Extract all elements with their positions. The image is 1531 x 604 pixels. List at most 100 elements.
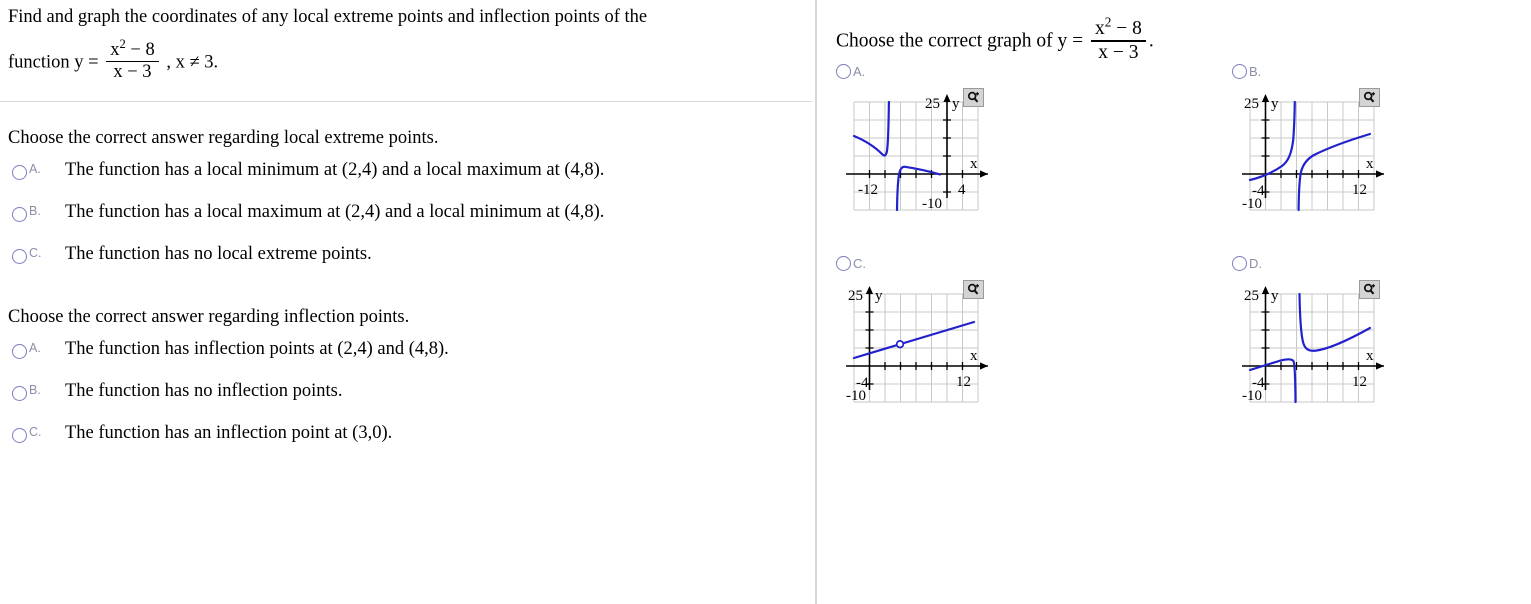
graph-d-svg: -4 12 25 -10 x y bbox=[1242, 286, 1384, 404]
q2-option-b-text: The function has no inflection points. bbox=[65, 381, 343, 401]
graph-denominator: x − 3 bbox=[1098, 41, 1139, 63]
graph-prompt-prefix: Choose the correct graph of y = bbox=[836, 30, 1084, 52]
graph-b-ylabel-top: 25 bbox=[1244, 96, 1259, 112]
graph-numerator: x2 − 8 bbox=[1091, 15, 1146, 39]
question-panel: Find and graph the coordinates of any lo… bbox=[0, 0, 815, 604]
problem-line-1: Find and graph the coordinates of any lo… bbox=[8, 7, 648, 27]
graph-numerator-rest: − 8 bbox=[1116, 18, 1142, 39]
graph-c-radio-group[interactable]: C. bbox=[836, 256, 866, 271]
section-divider bbox=[0, 101, 812, 102]
numerator-rest: − 8 bbox=[130, 39, 155, 60]
question-2-heading: Choose the correct answer regarding infl… bbox=[8, 307, 410, 327]
graph-b-zoom-button[interactable] bbox=[1359, 88, 1380, 107]
magnifier-plus-icon bbox=[1363, 91, 1375, 103]
graph-b-plot: -4 12 25 -10 x y bbox=[1232, 88, 1412, 228]
graph-d-zoom-button[interactable] bbox=[1359, 280, 1380, 299]
graph-a-x-arrow bbox=[980, 170, 988, 178]
graph-d-right-branch bbox=[1298, 292, 1372, 352]
question-2-option-a[interactable]: A. The function has inflection points at… bbox=[12, 339, 449, 360]
graph-prompt-suffix: . bbox=[1148, 30, 1154, 52]
graph-d-axis-label-y: y bbox=[1271, 288, 1279, 304]
graph-c-xlabel-right: 12 bbox=[956, 374, 971, 390]
graph-a-axis-label-y: y bbox=[952, 96, 960, 112]
graph-b-left-branch bbox=[1248, 100, 1296, 182]
graph-d-y-arrow bbox=[1261, 286, 1270, 294]
graph-b-radio-group[interactable]: B. bbox=[1232, 64, 1261, 79]
question-2-option-b[interactable]: B. The function has no inflection points… bbox=[12, 381, 342, 402]
radio-graph-b[interactable] bbox=[1232, 64, 1247, 79]
q2-option-b-letter: B. bbox=[29, 383, 41, 397]
graph-a-left-branch bbox=[852, 100, 890, 157]
q1-option-a-text: The function has a local minimum at (2,4… bbox=[65, 160, 605, 180]
problem-statement: Find and graph the coordinates of any lo… bbox=[8, 4, 798, 84]
magnifier-plus-icon bbox=[1363, 283, 1375, 295]
q1-option-b-text: The function has a local maximum at (2,4… bbox=[65, 202, 605, 222]
graph-d-ylabel-bottom: -10 bbox=[1242, 388, 1262, 404]
graph-c-plot: -4 12 25 -10 x y bbox=[836, 280, 1016, 420]
graph-c-line bbox=[852, 320, 976, 360]
graph-a-ylabel-bottom: -10 bbox=[922, 196, 942, 212]
radio-q2-b[interactable] bbox=[12, 386, 27, 401]
question-1-option-c[interactable]: C. The function has no local extreme poi… bbox=[12, 244, 372, 265]
graph-c-removable-hole bbox=[895, 340, 905, 349]
radio-q1-a[interactable] bbox=[12, 165, 27, 180]
graph-b-svg: -4 12 25 -10 x y bbox=[1242, 94, 1384, 212]
exercise-screen: Find and graph the coordinates of any lo… bbox=[0, 0, 1531, 604]
graph-c-y-arrow bbox=[865, 286, 874, 294]
radio-graph-d[interactable] bbox=[1232, 256, 1247, 271]
fraction-numerator: x2 − 8 bbox=[106, 37, 158, 60]
graph-d-ylabel-top: 25 bbox=[1244, 288, 1259, 304]
graph-a-svg: -12 4 25 -10 x y bbox=[846, 94, 988, 212]
graph-b-y-arrow bbox=[1261, 94, 1270, 102]
question-1-heading: Choose the correct answer regarding loca… bbox=[8, 128, 439, 148]
question-1-option-b[interactable]: B. The function has a local maximum at (… bbox=[12, 202, 604, 223]
graph-a-axis-label-x: x bbox=[970, 156, 978, 172]
question-1-option-a[interactable]: A. The function has a local minimum at (… bbox=[12, 160, 604, 181]
radio-q2-a[interactable] bbox=[12, 344, 27, 359]
radio-q2-c[interactable] bbox=[12, 428, 27, 443]
radio-q1-b[interactable] bbox=[12, 207, 27, 222]
graph-b-xlabel-right: 12 bbox=[1352, 182, 1367, 198]
problem-fraction: x2 − 8 x − 3 bbox=[106, 37, 159, 83]
graph-c-ylabel-top: 25 bbox=[848, 288, 863, 304]
q1-option-b-letter: B. bbox=[29, 204, 41, 218]
radio-graph-c[interactable] bbox=[836, 256, 851, 271]
graph-a-radio-group[interactable]: A. bbox=[836, 64, 865, 79]
radio-graph-a[interactable] bbox=[836, 64, 851, 79]
q1-option-c-text: The function has no local extreme points… bbox=[65, 244, 372, 264]
q2-option-a-letter: A. bbox=[29, 341, 41, 355]
graph-prompt-fraction: x2 − 8 x − 3 bbox=[1090, 15, 1146, 63]
graph-choice-panel: Choose the correct graph of y = x2 − 8 x… bbox=[817, 0, 1531, 604]
graph-c-svg: -4 12 25 -10 x y bbox=[846, 286, 988, 404]
graph-b-ylabel-bottom: -10 bbox=[1242, 196, 1262, 212]
q1-option-a-letter: A. bbox=[29, 162, 41, 176]
graph-numerator-exponent: 2 bbox=[1104, 14, 1112, 30]
graph-d-plot: -4 12 25 -10 x y bbox=[1232, 280, 1412, 420]
graph-a-y-arrow bbox=[943, 94, 951, 102]
magnifier-plus-icon bbox=[967, 283, 979, 295]
graph-prompt: Choose the correct graph of y = x2 − 8 x… bbox=[836, 15, 1154, 64]
q1-option-c-letter: C. bbox=[29, 246, 42, 260]
problem-line-2: function y = x2 − 8 x − 3 , x ≠ 3. bbox=[8, 37, 798, 84]
graph-a-zoom-button[interactable] bbox=[963, 88, 984, 107]
graph-c-axis-label-x: x bbox=[970, 348, 978, 364]
graph-d-radio-group[interactable]: D. bbox=[1232, 256, 1262, 271]
graph-b-axis-label-x: x bbox=[1366, 156, 1374, 172]
radio-q1-c[interactable] bbox=[12, 249, 27, 264]
q2-option-c-text: The function has an inflection point at … bbox=[65, 423, 393, 443]
graph-c-zoom-button[interactable] bbox=[963, 280, 984, 299]
numerator-exponent: 2 bbox=[119, 36, 126, 51]
graph-c-x-arrow bbox=[980, 362, 988, 370]
problem-line-2-prefix: function y = bbox=[8, 52, 99, 73]
graph-d-letter: D. bbox=[1249, 256, 1262, 271]
q2-option-c-letter: C. bbox=[29, 425, 42, 439]
graph-a-ylabel-top: 25 bbox=[925, 96, 940, 112]
graph-c-axis-label-y: y bbox=[875, 288, 883, 304]
graph-a-letter: A. bbox=[853, 64, 866, 79]
q2-option-a-text: The function has inflection points at (2… bbox=[65, 339, 449, 359]
graph-a-xlabel-left: -12 bbox=[858, 182, 878, 198]
graph-b-letter: B. bbox=[1249, 64, 1262, 79]
graph-numerator-base: x bbox=[1094, 18, 1105, 39]
question-2-option-c[interactable]: C. The function has an inflection point … bbox=[12, 423, 392, 444]
graph-b-x-arrow bbox=[1376, 170, 1384, 178]
